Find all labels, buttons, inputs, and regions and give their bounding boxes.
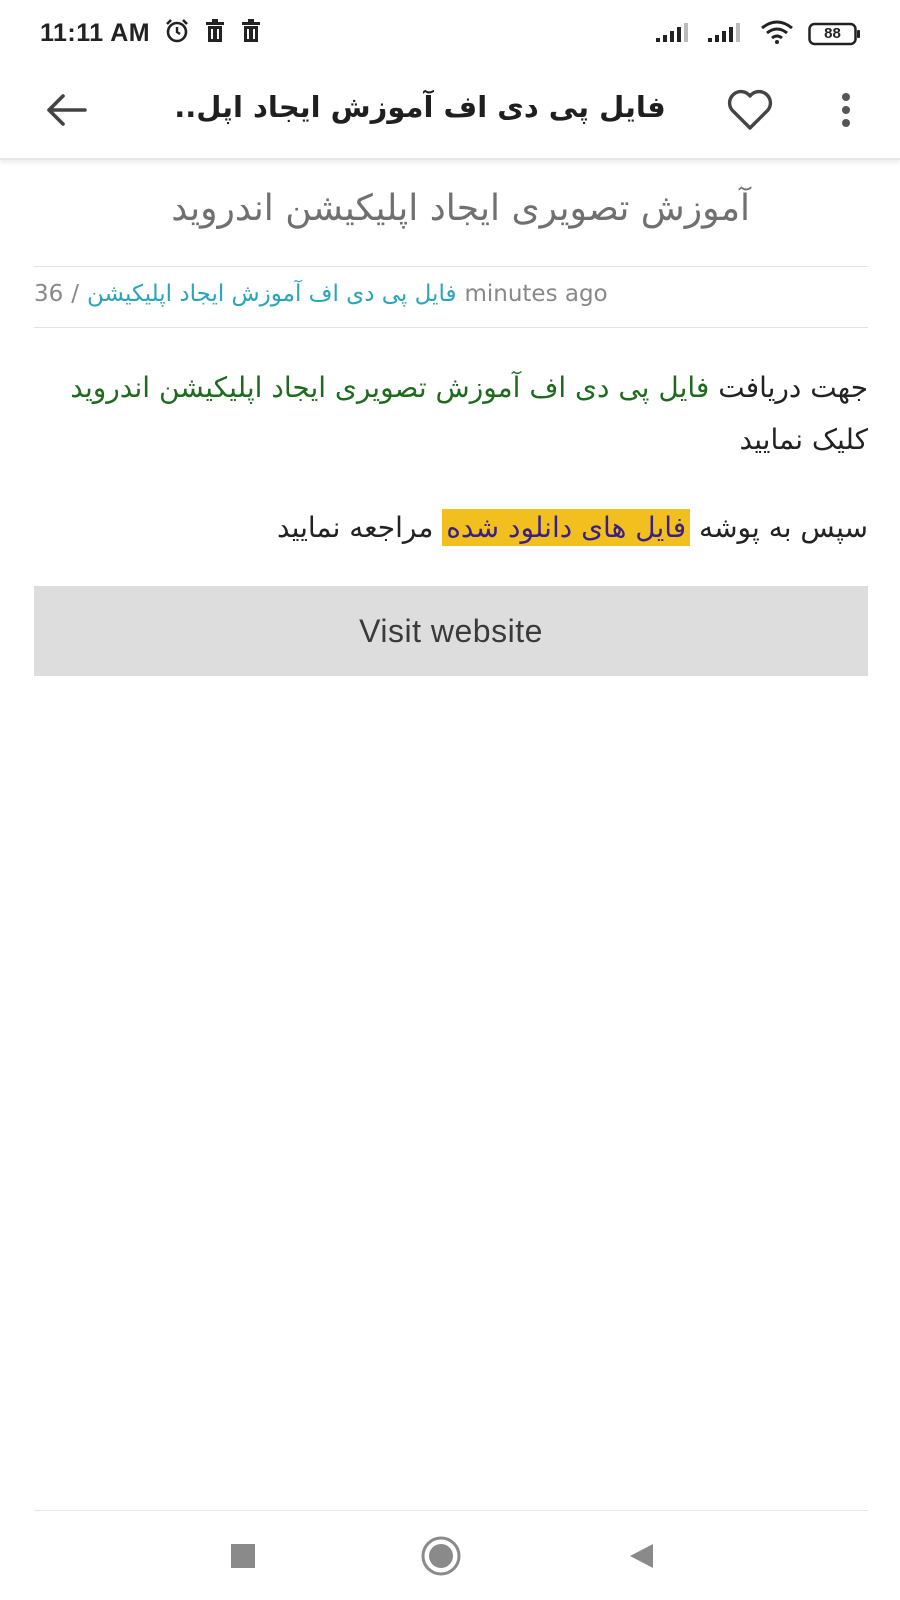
battery-icon: 88 (808, 22, 862, 46)
trash-icon (204, 19, 226, 47)
paragraph1-suffix: کلیک نمایید (739, 423, 868, 456)
article-title: آموزش تصویری ایجاد اپلیکیشن اندروید (171, 188, 750, 229)
alarm-icon (164, 18, 190, 48)
arrow-left-icon (45, 93, 87, 131)
wifi-icon (760, 20, 794, 48)
time-ago: minutes ago (464, 281, 608, 307)
paragraph2-prefix: سپس به پوشه (690, 511, 868, 544)
visit-website-button[interactable]: Visit website (34, 586, 868, 676)
status-bar: 11:11 AM 88 (0, 0, 900, 68)
download-link[interactable]: فایل پی دی اف آموزش تصویری ایجاد اپلیکیش… (70, 371, 709, 404)
app-title: فایل پی دی اف آموزش ایجاد اپل.. (174, 90, 666, 124)
heart-outline-icon (726, 89, 774, 135)
home-button[interactable] (406, 1530, 476, 1586)
paragraph1-prefix: جهت دریافت (709, 371, 868, 404)
download-paragraph: جهت دریافت فایل پی دی اف آموزش تصویری ای… (34, 362, 868, 466)
folder-paragraph: سپس به پوشه فایل های دانلود شده مراجعه ن… (34, 502, 868, 554)
status-left: 11:11 AM (40, 18, 262, 48)
status-right: 88 (656, 20, 862, 48)
triangle-back-icon (627, 1542, 655, 1574)
more-vertical-icon (840, 92, 852, 132)
signal-icon (708, 21, 746, 47)
meta-separator: / (71, 281, 80, 307)
circle-icon (420, 1535, 462, 1581)
status-time: 11:11 AM (40, 18, 151, 47)
comment-count: 36 (34, 281, 64, 307)
nav-divider (34, 1510, 868, 1511)
favorite-button[interactable] (722, 84, 778, 140)
battery-level: 88 (824, 25, 841, 42)
category-link[interactable]: فایل پی دی اف آموزش ایجاد اپلیکیشن (87, 281, 456, 307)
more-options-button[interactable] (826, 86, 866, 138)
app-bar: فایل پی دی اف آموزش ایجاد اپل.. (0, 68, 900, 160)
signal-icon (656, 21, 694, 47)
recent-apps-button[interactable] (208, 1530, 278, 1586)
back-button[interactable] (40, 86, 92, 138)
meta-content: 36 / فایل پی دی اف آموزش ایجاد اپلیکیشن … (34, 281, 608, 307)
article-meta: 36 / فایل پی دی اف آموزش ایجاد اپلیکیشن … (34, 266, 868, 328)
back-nav-button[interactable] (606, 1530, 676, 1586)
paragraph2-suffix: مراجعه نمایید (276, 511, 443, 544)
square-icon (230, 1543, 256, 1573)
trash-icon (240, 19, 262, 47)
highlighted-text: فایل های دانلود شده (442, 509, 691, 546)
